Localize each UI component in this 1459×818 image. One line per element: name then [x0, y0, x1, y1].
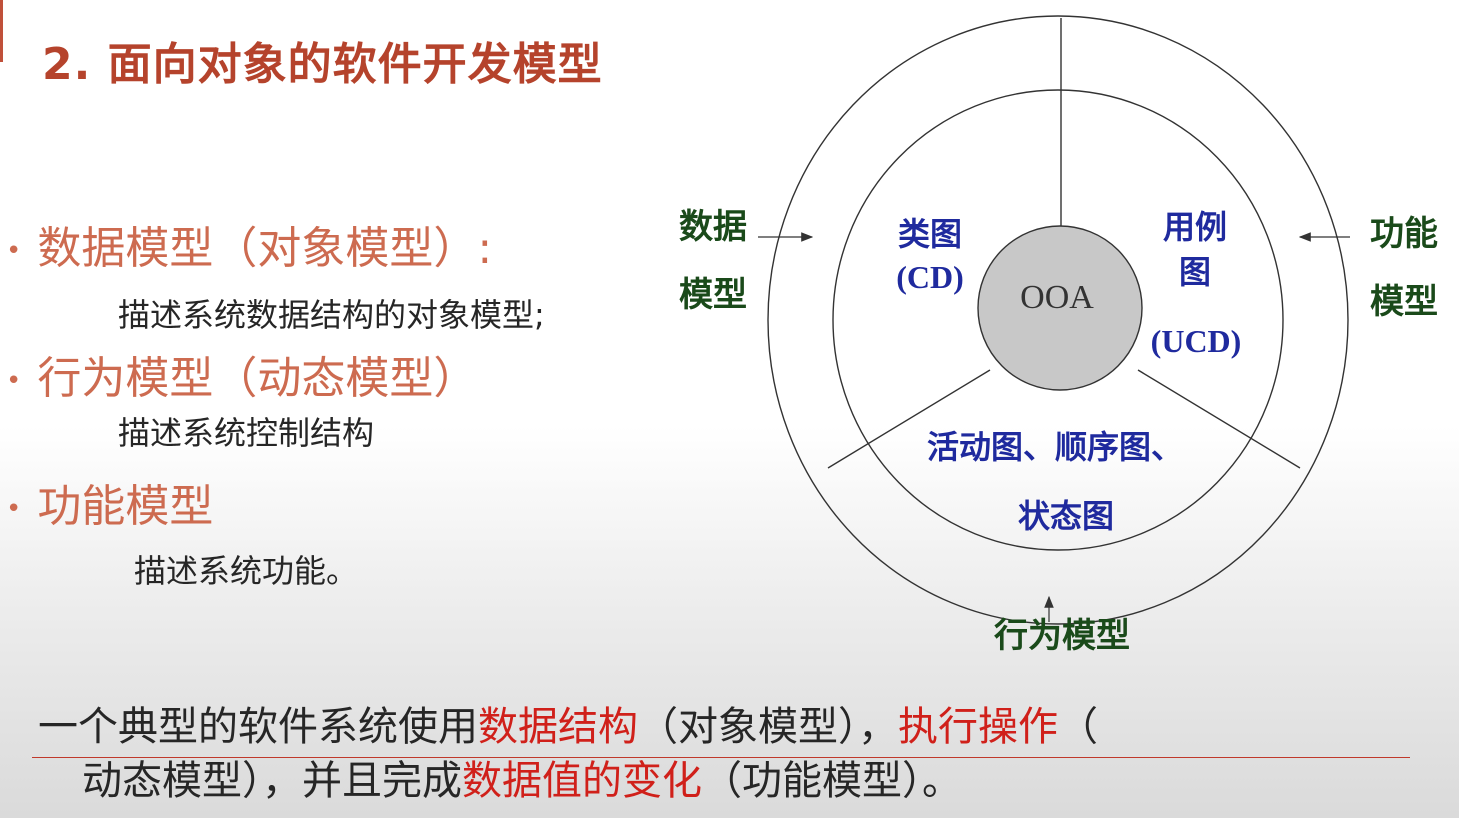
summary-text: （对象模型）， [638, 704, 898, 750]
center-label: OOA [1020, 279, 1094, 316]
summary-text: 动态模型），并且完成 [82, 758, 462, 804]
summary-highlight-data-change: 数据值的变化 [462, 758, 702, 804]
summary-highlight-data-structure: 数据结构 [478, 704, 638, 750]
data-model-side-label: 数据 [679, 208, 747, 246]
summary-line-1: 一个典型的软件系统使用数据结构（对象模型），执行操作（ [38, 694, 1098, 752]
class-diagram-abbr: (CD) [896, 259, 964, 295]
state-diagram-label: 状态图 [1018, 498, 1114, 534]
behavior-model-bottom-label: 行为模型 [994, 617, 1130, 655]
summary-highlight-operations: 执行操作 [898, 704, 1058, 750]
summary-text: （功能模型）。 [702, 758, 962, 804]
summary-text: 一个典型的软件系统使用 [38, 704, 478, 750]
use-case-abbr: (UCD) [1151, 323, 1242, 359]
summary-line-2: 动态模型），并且完成数据值的变化（功能模型）。 [82, 748, 962, 806]
summary-text: （ [1058, 704, 1098, 750]
class-diagram-label: 类图 [898, 216, 962, 252]
behavior-diagrams-label: 活动图、顺序图、 [927, 429, 1183, 465]
use-case-label: 用例 [1163, 209, 1227, 245]
function-model-side-label-2: 模型 [1370, 283, 1438, 321]
function-model-side-label: 功能 [1370, 215, 1438, 253]
use-case-label-2: 图 [1179, 254, 1211, 290]
data-model-side-label-2: 模型 [679, 276, 747, 314]
